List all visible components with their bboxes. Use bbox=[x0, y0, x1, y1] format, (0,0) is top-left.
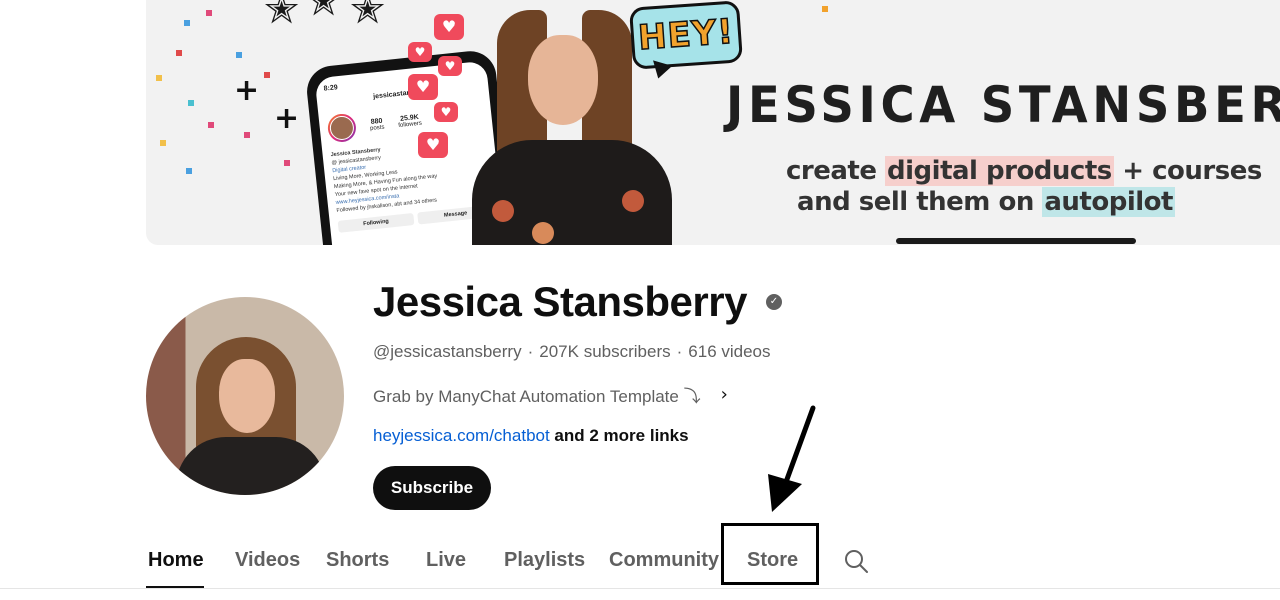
channel-description[interactable]: Grab by ManyChat Automation Template ⤵ › bbox=[373, 382, 728, 407]
subscribe-button[interactable]: Subscribe bbox=[373, 466, 491, 510]
channel-meta: @jessicastansberry · 207K subscribers · 616 … bbox=[373, 342, 771, 362]
phone-stat-label: followers bbox=[398, 120, 423, 129]
confetti bbox=[184, 20, 190, 26]
confetti bbox=[236, 52, 242, 58]
plus-icon: + bbox=[274, 101, 300, 136]
channel-description-text: Grab by ManyChat Automation Template ⤵ bbox=[373, 387, 701, 406]
more-links-button[interactable]: and 2 more links bbox=[550, 426, 688, 445]
verified-check-icon: ✓ bbox=[766, 294, 782, 310]
banner-tagline-highlight: autopilot bbox=[1042, 187, 1175, 217]
tab-home[interactable]: Home bbox=[148, 540, 204, 588]
confetti bbox=[176, 50, 182, 56]
confetti bbox=[822, 6, 828, 12]
star-icon: ✭ bbox=[264, 0, 300, 33]
channel-links: heyjessica.com/chatbot and 2 more links bbox=[373, 426, 689, 446]
confetti bbox=[284, 160, 290, 166]
tab-community[interactable]: Community bbox=[609, 540, 719, 588]
confetti bbox=[206, 10, 212, 16]
tab-videos[interactable]: Videos bbox=[235, 540, 300, 588]
store-highlight-box bbox=[721, 523, 819, 585]
channel-link[interactable]: heyjessica.com/chatbot bbox=[373, 426, 550, 445]
meta-separator: · bbox=[527, 342, 534, 361]
confetti bbox=[156, 75, 162, 81]
channel-name: Jessica Stansberry bbox=[373, 278, 747, 325]
subscriber-count: 207K subscribers bbox=[539, 342, 671, 361]
banner-tagline-highlight: digital products bbox=[885, 156, 1114, 186]
channel-handle: @jessicastansberry bbox=[373, 342, 522, 361]
video-count: 616 videos bbox=[688, 342, 771, 361]
banner-tagline-text: create bbox=[786, 156, 886, 186]
tab-shorts[interactable]: Shorts bbox=[326, 540, 389, 588]
phone-stat-posts: 880 posts bbox=[369, 117, 385, 131]
tab-live[interactable]: Live bbox=[426, 540, 466, 588]
confetti bbox=[264, 72, 270, 78]
heart-icon: ♥ bbox=[408, 74, 438, 100]
star-icon: ✭ bbox=[350, 0, 386, 33]
confetti bbox=[188, 100, 194, 106]
hey-speech-bubble: HEY! bbox=[628, 0, 744, 82]
tabs-divider bbox=[0, 588, 1280, 589]
confetti bbox=[186, 168, 192, 174]
heart-icon: ♥ bbox=[408, 42, 432, 62]
tab-playlists[interactable]: Playlists bbox=[504, 540, 585, 588]
star-icon: ✭ bbox=[306, 0, 342, 25]
confetti bbox=[160, 140, 166, 146]
channel-avatar[interactable] bbox=[146, 297, 344, 495]
banner-tagline: create digital products + courses and se… bbox=[786, 156, 1262, 218]
confetti bbox=[244, 132, 250, 138]
phone-stat-followers: 25.9K followers bbox=[397, 113, 422, 128]
channel-banner: ✭ ✭ ✭ + + 8:29 jessicastansberry 880 pos… bbox=[146, 0, 1280, 245]
meta-separator: · bbox=[676, 342, 683, 361]
phone-avatar bbox=[326, 112, 358, 144]
banner-tagline-text: and sell them on bbox=[797, 187, 1043, 217]
phone-stat-label: posts bbox=[369, 124, 385, 132]
phone-following-button: Following bbox=[337, 212, 415, 233]
banner-tagline-text: + courses bbox=[1113, 156, 1262, 186]
banner-title: JESSICA STANSBERRY bbox=[726, 76, 1280, 134]
hey-text: HEY! bbox=[636, 11, 736, 59]
search-icon[interactable] bbox=[843, 548, 869, 574]
confetti bbox=[208, 122, 214, 128]
banner-underline bbox=[896, 238, 1136, 244]
plus-icon: + bbox=[234, 73, 260, 108]
chevron-right-icon[interactable]: › bbox=[721, 384, 728, 405]
